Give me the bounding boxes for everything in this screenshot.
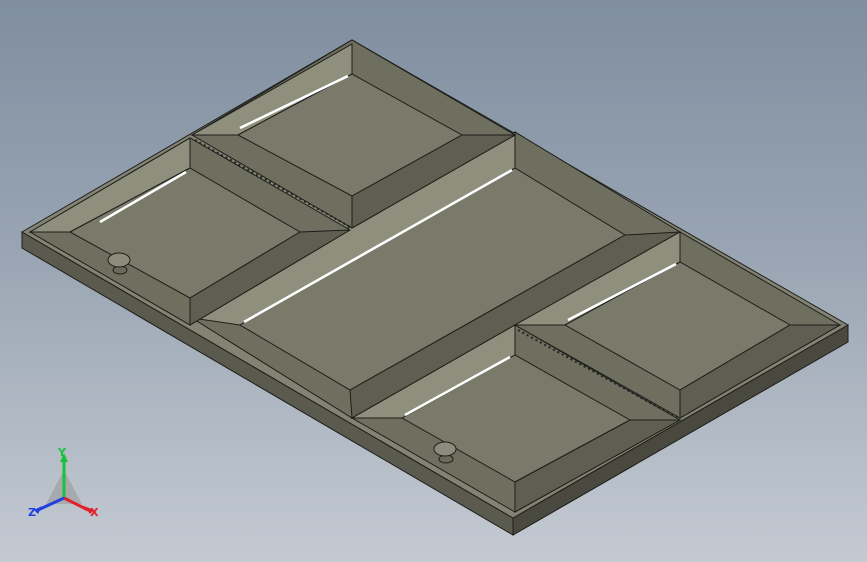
x-axis-label: X: [90, 506, 99, 519]
graphics-viewport[interactable]: Y X Z: [0, 0, 867, 562]
tray-model[interactable]: [0, 0, 867, 562]
z-axis-label: Z: [28, 506, 36, 519]
y-axis-label: Y: [57, 448, 67, 459]
reference-triad[interactable]: Y X Z: [24, 448, 104, 528]
